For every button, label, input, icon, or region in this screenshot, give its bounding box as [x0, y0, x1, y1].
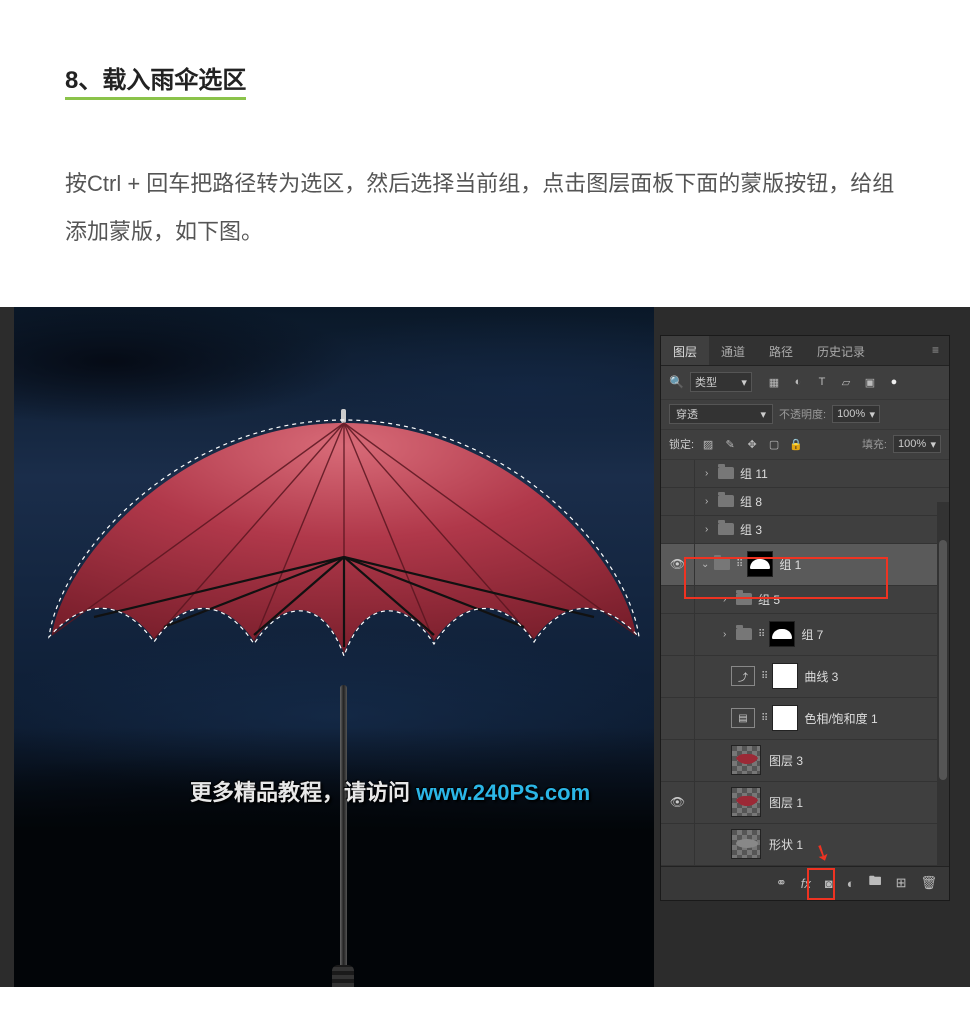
hue-sat-icon: ▤ — [731, 708, 755, 728]
layer-row-group-3[interactable]: 👁 › 组 3 — [661, 516, 949, 544]
visibility-toggle[interactable]: 👁 — [661, 488, 695, 515]
visibility-toggle[interactable]: 👁 — [661, 824, 695, 865]
layer-row-group-1[interactable]: 👁 ⌄ ⠿ 组 1 — [661, 544, 949, 586]
folder-icon — [736, 628, 752, 640]
layer-row-group-11[interactable]: 👁 › 组 11 — [661, 460, 949, 488]
layer-mask-thumb[interactable] — [747, 551, 773, 577]
layer-row-shape-1[interactable]: 👁 形状 1 — [661, 824, 949, 866]
new-layer-icon[interactable]: ⊞ — [896, 875, 907, 891]
delete-layer-icon[interactable]: 🗑 — [920, 875, 937, 891]
tab-layers[interactable]: 图层 — [661, 336, 709, 365]
layer-row-layer-3[interactable]: 👁 图层 3 — [661, 740, 949, 782]
filter-adjustment-icon[interactable]: ◐ — [790, 374, 806, 390]
lock-transparency-icon[interactable]: ▨ — [700, 436, 716, 452]
layer-row-group-8[interactable]: 👁 › 组 8 — [661, 488, 949, 516]
opacity-label: 不透明度: — [779, 406, 826, 422]
step-description: 按Ctrl + 回车把路径转为选区，然后选择当前组，点击图层面板下面的蒙版按钮，… — [65, 160, 905, 257]
lock-pixels-icon[interactable]: ✎ — [722, 436, 738, 452]
layer-row-layer-1[interactable]: 👁 图层 1 — [661, 782, 949, 824]
layer-filter-row: 🔍 类型▾ ▦ ◐ T ▱ ▣ ● — [661, 366, 949, 400]
filter-smart-icon[interactable]: ▣ — [862, 374, 878, 390]
layer-mask-thumb[interactable] — [769, 621, 795, 647]
layer-mask-thumb[interactable] — [772, 705, 798, 731]
layer-thumb[interactable] — [731, 745, 761, 775]
layer-thumb[interactable] — [731, 787, 761, 817]
visibility-toggle[interactable]: 👁 — [661, 460, 695, 487]
layers-scrollbar[interactable] — [937, 502, 949, 866]
mask-link-icon[interactable]: ⠿ — [761, 671, 768, 682]
watermark: 更多精品教程，请访问 www.240PS.com — [190, 775, 590, 807]
photoshop-screenshot: 更多精品教程，请访问 www.240PS.com ◄◄ ✕ 图层 通道 路径 历… — [0, 307, 970, 987]
tab-channels[interactable]: 通道 — [709, 336, 757, 365]
fill-field[interactable]: 100%▾ — [893, 435, 941, 453]
mask-link-icon[interactable]: ⠿ — [758, 629, 765, 640]
umbrella-handle — [332, 965, 354, 987]
layer-row-curves-3[interactable]: 👁 ⤴ ⠿ 曲线 3 — [661, 656, 949, 698]
umbrella-canopy — [44, 417, 644, 697]
lock-label: 锁定: — [669, 436, 694, 452]
filter-toggle-icon[interactable]: ● — [886, 374, 902, 390]
folder-icon — [718, 495, 734, 507]
folder-icon — [718, 467, 734, 479]
blend-mode-select[interactable]: 穿透▾ — [669, 404, 773, 424]
folder-icon — [714, 558, 730, 570]
layer-row-group-5[interactable]: 👁 › 组 5 — [661, 586, 949, 614]
lock-fill-row: 锁定: ▨ ✎ ✥ ▢ 🔒 填充: 100%▾ — [661, 430, 949, 460]
lock-position-icon[interactable]: ✥ — [744, 436, 760, 452]
visibility-toggle[interactable]: 👁 — [661, 698, 695, 739]
curves-icon: ⤴ — [731, 666, 755, 686]
fill-label: 填充: — [862, 436, 887, 452]
visibility-toggle[interactable]: 👁 — [661, 586, 695, 613]
search-icon: 🔍 — [669, 375, 684, 389]
visibility-toggle[interactable]: 👁 — [661, 516, 695, 543]
panel-tabs: 图层 通道 路径 历史记录 ≡ — [661, 336, 949, 366]
folder-icon — [718, 523, 734, 535]
link-layers-icon[interactable]: ⚭ — [776, 875, 787, 891]
visibility-toggle[interactable]: 👁 — [661, 656, 695, 697]
layer-thumb[interactable] — [731, 829, 761, 859]
opacity-field[interactable]: 100%▾ — [832, 405, 880, 423]
filter-shape-icon[interactable]: ▱ — [838, 374, 854, 390]
lock-all-icon[interactable]: 🔒 — [788, 436, 804, 452]
layers-panel: 图层 通道 路径 历史记录 ≡ 🔍 类型▾ ▦ ◐ T ▱ ▣ ● 穿透▾ 不透… — [660, 335, 950, 901]
folder-icon — [736, 593, 752, 605]
article-body: 8、载入雨伞选区 按Ctrl + 回车把路径转为选区，然后选择当前组，点击图层面… — [0, 0, 970, 307]
visibility-toggle[interactable]: 👁 — [661, 544, 695, 585]
visibility-toggle[interactable]: 👁 — [661, 614, 695, 655]
adjustment-layer-icon[interactable]: ◐ — [847, 876, 855, 891]
umbrella-image — [44, 417, 644, 977]
lock-artboard-icon[interactable]: ▢ — [766, 436, 782, 452]
new-group-icon[interactable]: 🖿 — [869, 872, 882, 894]
panel-menu-icon[interactable]: ≡ — [922, 336, 949, 365]
layers-panel-footer: ⚭ fx ◙ ◐ 🖿 ⊞ 🗑 — [661, 866, 949, 900]
filter-pixel-icon[interactable]: ▦ — [766, 374, 782, 390]
umbrella-pole — [340, 685, 347, 977]
scrollbar-thumb[interactable] — [939, 540, 947, 780]
add-mask-icon[interactable]: ◙ — [825, 876, 833, 891]
layer-mask-thumb[interactable] — [772, 663, 798, 689]
layer-row-hue-sat-1[interactable]: 👁 ▤ ⠿ 色相/饱和度 1 — [661, 698, 949, 740]
document-canvas[interactable]: 更多精品教程，请访问 www.240PS.com — [14, 307, 654, 987]
tab-paths[interactable]: 路径 — [757, 336, 805, 365]
visibility-toggle[interactable]: 👁 — [661, 740, 695, 781]
blend-opacity-row: 穿透▾ 不透明度: 100%▾ — [661, 400, 949, 430]
layers-list: 👁 › 组 11 👁 › 组 8 👁 › 组 3 👁 ⌄ — [661, 460, 949, 866]
mask-link-icon[interactable]: ⠿ — [736, 559, 743, 570]
visibility-toggle[interactable]: 👁 — [661, 782, 695, 823]
layer-row-group-7[interactable]: 👁 › ⠿ 组 7 — [661, 614, 949, 656]
mask-link-icon[interactable]: ⠿ — [761, 713, 768, 724]
tab-history[interactable]: 历史记录 — [805, 336, 877, 365]
fx-icon[interactable]: fx — [801, 876, 811, 891]
step-title: 8、载入雨伞选区 — [65, 60, 246, 100]
filter-type-select[interactable]: 类型▾ — [690, 372, 752, 392]
filter-type-icon[interactable]: T — [814, 374, 830, 390]
